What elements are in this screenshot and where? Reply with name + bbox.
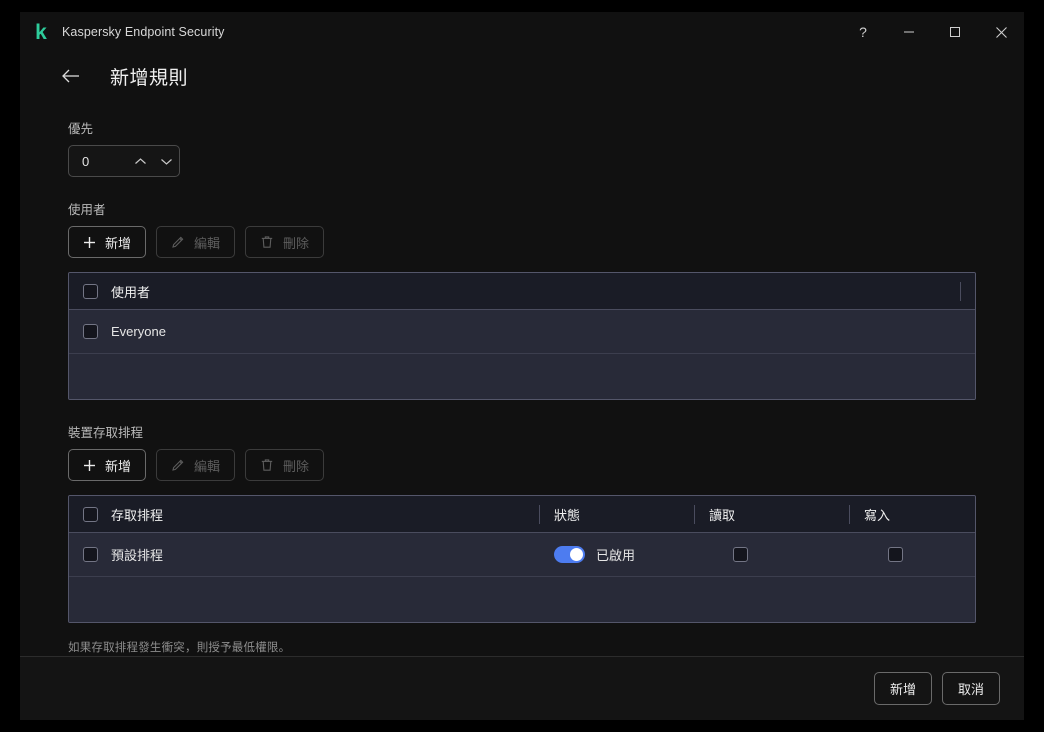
users-delete-button[interactable]: 刪除 bbox=[245, 226, 325, 258]
close-icon[interactable] bbox=[978, 12, 1024, 52]
maximize-icon[interactable] bbox=[932, 12, 978, 52]
schedule-table-header: 存取排程 狀態 讀取 寫入 bbox=[69, 496, 975, 533]
users-row-checkbox[interactable] bbox=[83, 324, 98, 339]
dialog-footer: 新增 取消 bbox=[20, 656, 1024, 720]
schedule-edit-label: 編輯 bbox=[194, 458, 221, 474]
minimize-icon[interactable] bbox=[886, 12, 932, 52]
schedule-row-cell-read bbox=[695, 547, 850, 562]
dialog-content: 優先 0 使用者 新增 編輯 刪除 使用者 Everyone 裝置存取排程 新增… bbox=[20, 100, 1024, 656]
trash-icon bbox=[260, 458, 274, 472]
schedule-edit-button[interactable]: 編輯 bbox=[156, 449, 236, 481]
users-edit-label: 編輯 bbox=[194, 235, 221, 251]
read-permission-checkbox[interactable] bbox=[733, 547, 748, 562]
schedule-delete-label: 刪除 bbox=[283, 458, 310, 474]
priority-group: 優先 0 bbox=[68, 118, 976, 177]
schedule-row-name: 預設排程 bbox=[111, 548, 164, 563]
priority-value[interactable]: 0 bbox=[69, 154, 127, 169]
dialog-window: k Kaspersky Endpoint Security ? 新增規則 優先 … bbox=[20, 12, 1024, 720]
status-toggle-label: 已啟用 bbox=[596, 548, 636, 563]
schedule-row-cell-name: 預設排程 bbox=[69, 545, 540, 564]
schedule-column-label-write: 寫入 bbox=[864, 507, 891, 523]
priority-stepper[interactable]: 0 bbox=[68, 145, 180, 177]
table-row[interactable]: 預設排程 已啟用 bbox=[69, 533, 975, 577]
users-section-label: 使用者 bbox=[68, 203, 106, 217]
app-title: Kaspersky Endpoint Security bbox=[62, 25, 225, 39]
pencil-icon bbox=[171, 458, 185, 472]
users-table-header: 使用者 bbox=[69, 273, 975, 310]
toggle-knob bbox=[570, 548, 583, 561]
users-header-cell-name: 使用者 bbox=[69, 281, 961, 301]
schedule-section: 裝置存取排程 新增 編輯 刪除 存取排程 狀態 讀取 寫入 預設排程 已啟用 bbox=[68, 422, 976, 623]
schedule-row-cell-status: 已啟用 bbox=[540, 545, 695, 564]
conflict-note: 如果存取排程發生衝突，則授予最低權限。 bbox=[68, 642, 291, 654]
users-row-name: Everyone bbox=[111, 324, 166, 339]
users-toolbar: 新增 編輯 刪除 bbox=[68, 226, 976, 258]
schedule-section-label: 裝置存取排程 bbox=[68, 426, 144, 440]
schedule-table: 存取排程 狀態 讀取 寫入 預設排程 已啟用 bbox=[68, 495, 976, 623]
schedule-header-cell-read: 讀取 bbox=[695, 504, 850, 524]
schedule-table-filler bbox=[69, 577, 975, 622]
schedule-header-cell-write: 寫入 bbox=[850, 505, 975, 524]
schedule-header-checkbox[interactable] bbox=[83, 506, 98, 522]
users-section: 使用者 新增 編輯 刪除 使用者 Everyone bbox=[68, 199, 976, 400]
schedule-row-checkbox[interactable] bbox=[83, 547, 98, 562]
schedule-column-label-read: 讀取 bbox=[709, 507, 736, 523]
status-toggle[interactable] bbox=[554, 546, 585, 563]
page-title: 新增規則 bbox=[110, 67, 189, 89]
schedule-add-button[interactable]: 新增 bbox=[68, 449, 147, 481]
confirm-button[interactable]: 新增 bbox=[873, 672, 932, 705]
page-header: 新增規則 bbox=[20, 52, 1024, 100]
table-row[interactable]: Everyone bbox=[69, 310, 975, 354]
users-header-checkbox[interactable] bbox=[83, 283, 98, 299]
back-arrow-icon[interactable] bbox=[58, 63, 84, 89]
plus-icon bbox=[83, 236, 96, 249]
pencil-icon bbox=[171, 235, 185, 249]
plus-icon bbox=[83, 459, 96, 472]
users-add-button[interactable]: 新增 bbox=[68, 226, 147, 258]
schedule-column-label-status: 狀態 bbox=[554, 507, 581, 523]
schedule-row-cell-write bbox=[850, 547, 975, 562]
users-table-filler bbox=[69, 354, 975, 399]
users-delete-label: 刪除 bbox=[283, 235, 310, 251]
kaspersky-logo-icon: k bbox=[35, 20, 47, 44]
schedule-delete-button[interactable]: 刪除 bbox=[245, 449, 325, 481]
schedule-add-label: 新增 bbox=[105, 458, 132, 474]
users-add-label: 新增 bbox=[105, 235, 132, 251]
help-icon[interactable]: ? bbox=[840, 12, 886, 52]
schedule-toolbar: 新增 編輯 刪除 bbox=[68, 449, 976, 481]
chevron-up-icon[interactable] bbox=[127, 146, 153, 176]
trash-icon bbox=[260, 235, 274, 249]
users-row-cell-name: Everyone bbox=[69, 324, 975, 339]
cancel-button[interactable]: 取消 bbox=[941, 672, 1000, 705]
users-table: 使用者 Everyone bbox=[68, 272, 976, 400]
priority-label: 優先 bbox=[68, 122, 94, 136]
title-bar: k Kaspersky Endpoint Security ? bbox=[20, 12, 1024, 52]
users-edit-button[interactable]: 編輯 bbox=[156, 226, 236, 258]
chevron-down-icon[interactable] bbox=[153, 146, 179, 176]
write-permission-checkbox[interactable] bbox=[888, 547, 903, 562]
schedule-header-cell-name: 存取排程 bbox=[69, 504, 540, 524]
schedule-header-cell-status: 狀態 bbox=[540, 504, 695, 524]
schedule-column-label-name: 存取排程 bbox=[111, 507, 164, 523]
window-controls: ? bbox=[840, 12, 1024, 52]
users-column-label: 使用者 bbox=[111, 284, 151, 300]
